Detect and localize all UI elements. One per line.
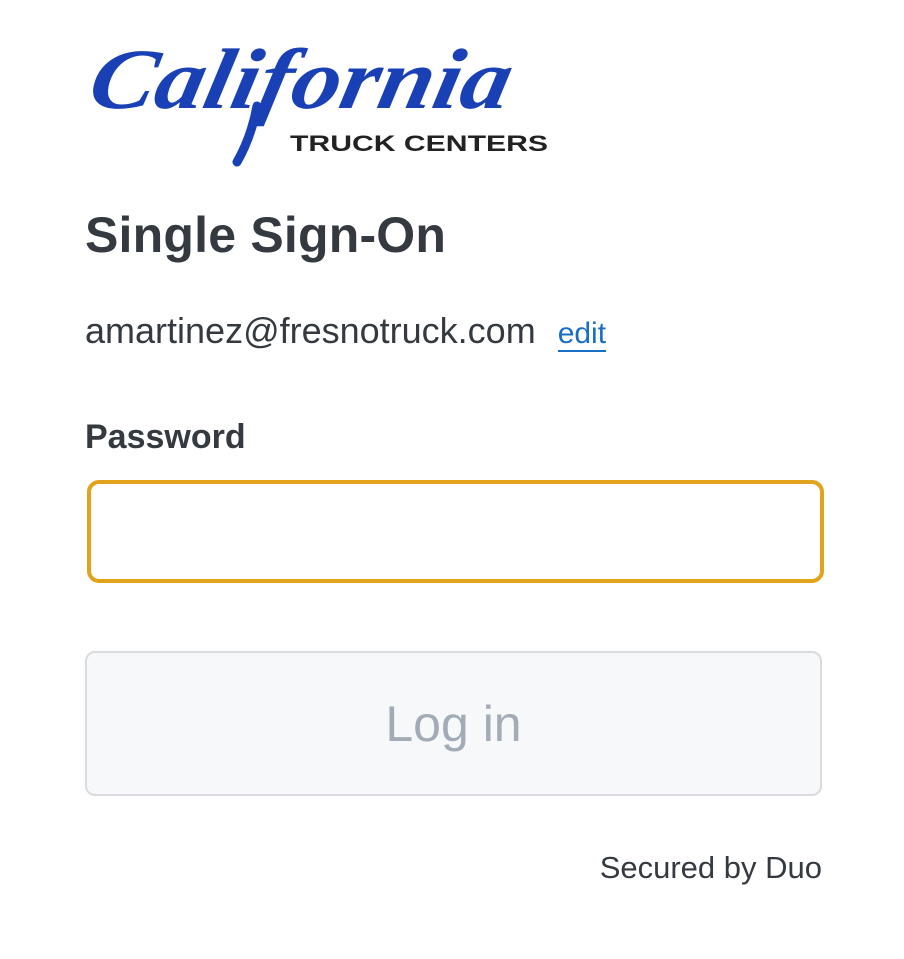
account-row: amartinez@fresnotruck.com edit [85,310,607,352]
logo-script-text: California [85,36,522,127]
password-input[interactable] [87,480,824,583]
logo-tagline-text: TRUCK CENTERS [290,131,548,156]
account-email: amartinez@fresnotruck.com [85,310,536,351]
page-title: Single Sign-On [85,207,447,263]
california-logo-image: California TRUCK CENTERS [85,36,548,167]
login-button[interactable]: Log in [85,651,822,796]
password-label: Password [85,418,246,456]
company-logo: California TRUCK CENTERS [85,36,555,168]
secured-by-duo-text: Secured by Duo [599,850,822,885]
edit-email-link[interactable]: edit [557,318,607,352]
